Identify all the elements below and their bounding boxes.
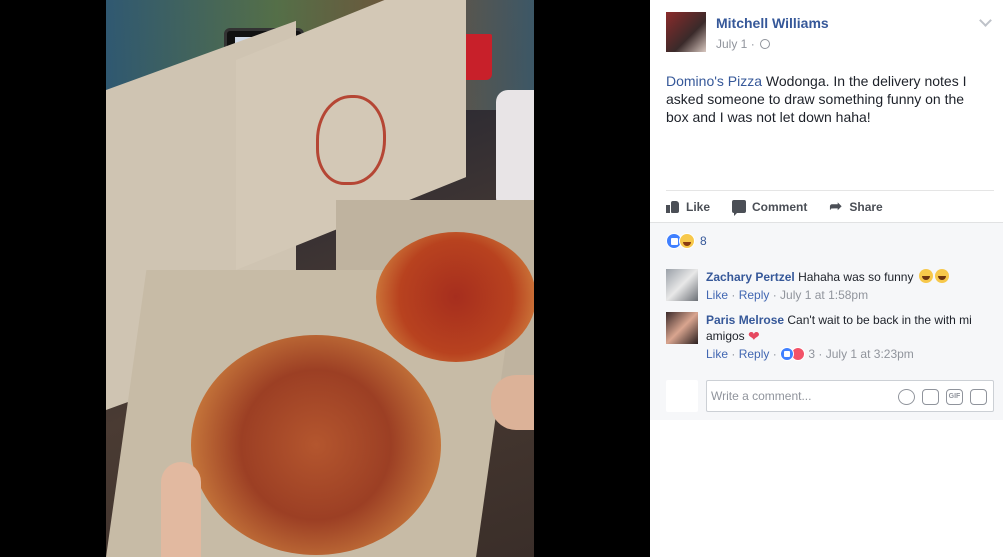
haha-reaction-icon: [679, 233, 695, 249]
comment-icon: [732, 200, 747, 216]
gif-icon[interactable]: GIF: [946, 389, 963, 405]
heart-emoji-icon: ❤: [748, 328, 760, 344]
post-photo[interactable]: [106, 0, 534, 557]
comment-actions: Like · Reply · July 1 at 1:58pm: [706, 288, 869, 302]
comment-actions: Like · Reply · 3 · July 1 at 3:23pm: [706, 347, 914, 361]
comment-time[interactable]: July 1 at 1:58pm: [780, 288, 868, 302]
sticker-icon[interactable]: [970, 389, 987, 405]
comments-area: 8 Zachary Pertzel Hahaha was so funny Li…: [650, 222, 1003, 420]
like-reaction-icon: [780, 347, 795, 361]
like-label: Like: [686, 199, 711, 214]
pepperoni-pizza: [376, 232, 534, 362]
reaction-count: 8: [700, 234, 707, 248]
thumbs-up-icon: [666, 200, 680, 213]
comment-input[interactable]: Write a comment... GIF: [706, 380, 994, 412]
action-bar: Like Comment Share: [666, 190, 994, 222]
commenter-name[interactable]: Zachary Pertzel: [706, 270, 795, 284]
comment-composer: Write a comment... GIF: [666, 380, 996, 414]
comment-label: Comment: [752, 199, 808, 214]
hand-right: [491, 375, 534, 430]
share-icon: [829, 197, 843, 215]
commenter-avatar[interactable]: [666, 269, 698, 301]
comment-reply-link[interactable]: Reply: [739, 288, 770, 302]
comment-like-link[interactable]: Like: [706, 288, 728, 302]
composer-tools: GIF: [898, 389, 987, 405]
laughing-emoji-icon: [918, 269, 933, 283]
commenter-name[interactable]: Paris Melrose: [706, 313, 784, 327]
comment-time[interactable]: July 1 at 3:23pm: [826, 347, 914, 361]
reaction-summary[interactable]: 8: [666, 233, 707, 249]
laughing-emoji-icon: [934, 269, 949, 283]
comment-reply-link[interactable]: Reply: [739, 347, 770, 361]
post-text: Domino's Pizza Wodonga. In the delivery …: [666, 72, 986, 126]
viewer-avatar: [666, 380, 698, 412]
box-doodle: [316, 95, 386, 185]
commenter-avatar[interactable]: [666, 312, 698, 344]
meta-separator: ·: [750, 37, 755, 51]
post-panel: Mitchell Williams July 1 · Domino's Pizz…: [650, 0, 1003, 557]
page-link[interactable]: Domino's Pizza: [666, 73, 762, 89]
like-button[interactable]: Like: [666, 200, 710, 214]
comment-body: Zachary Pertzel Hahaha was so funny Like…: [706, 269, 996, 303]
comment-placeholder: Write a comment...: [711, 389, 812, 403]
post-date[interactable]: July 1: [716, 37, 747, 51]
share-button[interactable]: Share: [829, 197, 883, 215]
background-sleeve: [496, 90, 534, 210]
comment-body: Paris Melrose Can't wait to be back in t…: [706, 312, 996, 362]
emoji-icon[interactable]: [898, 389, 915, 405]
comment-text: Hahaha was so funny: [798, 270, 914, 284]
comment-like-link[interactable]: Like: [706, 347, 728, 361]
comment-reaction-count[interactable]: 3: [808, 347, 815, 361]
author-avatar[interactable]: [666, 12, 706, 52]
camera-icon[interactable]: [922, 389, 939, 405]
post-meta: July 1 ·: [716, 37, 771, 51]
meat-lovers-pizza: [191, 335, 441, 555]
globe-icon[interactable]: [760, 39, 771, 49]
comment-button[interactable]: Comment: [732, 199, 808, 216]
share-label: Share: [849, 199, 883, 214]
author-name[interactable]: Mitchell Williams: [716, 15, 829, 31]
photo-stage: [0, 0, 650, 557]
hand-left: [161, 462, 201, 557]
chevron-down-icon[interactable]: [979, 14, 992, 27]
post-header: Mitchell Williams July 1 ·: [666, 12, 996, 54]
